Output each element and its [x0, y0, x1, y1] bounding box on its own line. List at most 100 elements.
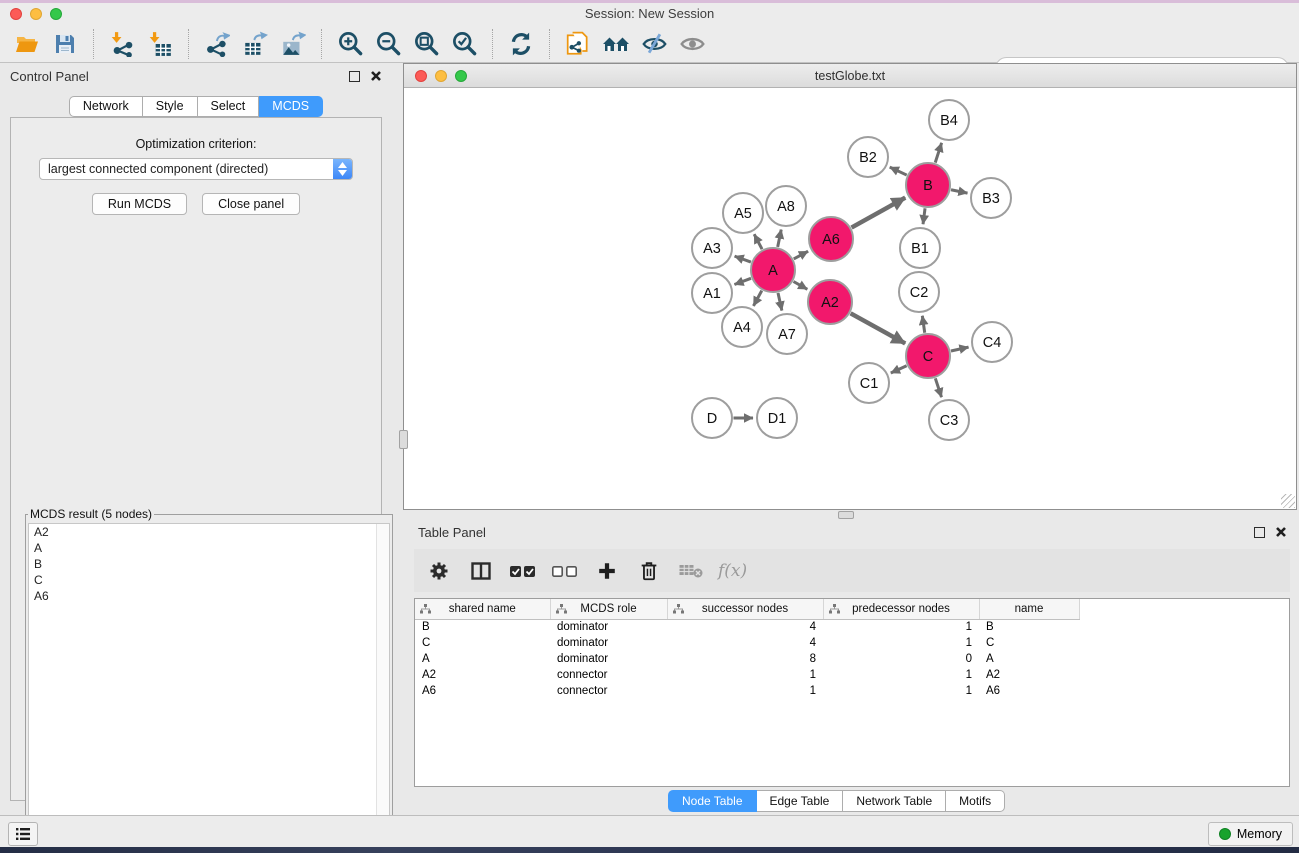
select-all-button[interactable] — [508, 556, 538, 586]
delete-table-button[interactable] — [676, 556, 706, 586]
float-panel-icon[interactable] — [1254, 527, 1265, 538]
create-column-button[interactable] — [592, 556, 622, 586]
table-cell[interactable]: C — [979, 635, 1079, 651]
deselect-all-button[interactable] — [550, 556, 580, 586]
network-close-button[interactable] — [415, 70, 427, 82]
table-cell[interactable]: A — [415, 651, 550, 667]
column-header-MCDS-role[interactable]: MCDS role — [550, 599, 667, 619]
graph-edge-C-C1[interactable] — [891, 366, 907, 373]
close-window-button[interactable] — [10, 8, 22, 20]
table-cell[interactable]: A2 — [979, 667, 1079, 683]
tab-network[interactable]: Network — [69, 96, 143, 117]
show-column-button[interactable] — [466, 556, 496, 586]
graph-edge-A-A8[interactable] — [778, 230, 782, 247]
table-cell[interactable]: 1 — [667, 667, 823, 683]
table-cell[interactable]: B — [415, 619, 550, 635]
graph-edge-B-B3[interactable] — [951, 190, 967, 193]
mcds-result-item[interactable]: C — [29, 572, 389, 588]
table-settings-button[interactable] — [424, 556, 454, 586]
close-panel-icon[interactable] — [1275, 526, 1287, 538]
table-cell[interactable]: 0 — [823, 651, 979, 667]
optimization-criterion-dropdown[interactable]: largest connected component (directed) — [39, 158, 353, 180]
table-cell[interactable]: 1 — [667, 683, 823, 699]
tab-select[interactable]: Select — [198, 96, 260, 117]
function-builder-button[interactable]: f(x) — [718, 556, 747, 586]
apply-layout-button[interactable] — [502, 28, 540, 60]
graph-edge-A-A7[interactable] — [778, 293, 782, 311]
tab-mcds[interactable]: MCDS — [259, 96, 323, 117]
table-cell[interactable]: A6 — [415, 683, 550, 699]
table-cell[interactable]: B — [979, 619, 1079, 635]
import-network-button[interactable] — [103, 28, 141, 60]
graph-edge-A-A2[interactable] — [793, 282, 807, 290]
window-bottom-grip[interactable] — [838, 511, 854, 519]
tab-motifs[interactable]: Motifs — [946, 790, 1005, 812]
table-cell[interactable]: 1 — [823, 683, 979, 699]
graph-edge-C-C4[interactable] — [951, 347, 969, 351]
table-cell[interactable]: dominator — [550, 635, 667, 651]
zoom-in-button[interactable] — [331, 28, 369, 60]
graph-edge-A-A4[interactable] — [753, 291, 761, 306]
export-table-button[interactable] — [236, 28, 274, 60]
close-panel-icon[interactable] — [370, 70, 382, 82]
table-cell[interactable]: 1 — [823, 667, 979, 683]
first-neighbors-button[interactable] — [597, 28, 635, 60]
table-cell[interactable]: dominator — [550, 619, 667, 635]
table-cell[interactable]: 1 — [823, 619, 979, 635]
graph-edge-B-B4[interactable] — [935, 143, 941, 163]
graph-edge-C-C2[interactable] — [922, 316, 924, 333]
zoom-fit-button[interactable] — [407, 28, 445, 60]
tab-node-table[interactable]: Node Table — [668, 790, 757, 812]
zoom-out-button[interactable] — [369, 28, 407, 60]
graph-edge-B-B2[interactable] — [890, 167, 907, 175]
export-network-button[interactable] — [198, 28, 236, 60]
graph-edge-A-A1[interactable] — [734, 278, 751, 284]
open-session-button[interactable] — [8, 28, 46, 60]
table-cell[interactable]: A — [979, 651, 1079, 667]
mcds-result-item[interactable]: A — [29, 540, 389, 556]
new-network-from-selection-button[interactable] — [559, 28, 597, 60]
network-zoom-button[interactable] — [455, 70, 467, 82]
zoom-selected-button[interactable] — [445, 28, 483, 60]
save-session-button[interactable] — [46, 28, 84, 60]
hide-graphics-details-button[interactable] — [635, 28, 673, 60]
graph-edge-A2-C[interactable] — [851, 313, 906, 343]
network-minimize-button[interactable] — [435, 70, 447, 82]
mcds-result-item[interactable]: A2 — [29, 524, 389, 540]
table-cell[interactable]: 1 — [823, 635, 979, 651]
network-canvas[interactable]: AA1A2A3A4A5A6A7A8BB1B2B3B4CC1C2C3C4DD1 — [404, 89, 1296, 509]
window-resize-grip[interactable] — [1281, 494, 1295, 508]
mcds-result-item[interactable]: A6 — [29, 588, 389, 604]
table-cell[interactable]: dominator — [550, 651, 667, 667]
table-cell[interactable]: A6 — [979, 683, 1079, 699]
scrollbar-track[interactable] — [376, 524, 389, 848]
table-cell[interactable]: connector — [550, 683, 667, 699]
table-cell[interactable]: 8 — [667, 651, 823, 667]
table-cell[interactable]: 4 — [667, 635, 823, 651]
import-table-button[interactable] — [141, 28, 179, 60]
graph-edge-B-B1[interactable] — [923, 208, 925, 224]
window-edge-grip[interactable] — [399, 430, 408, 449]
table-cell[interactable]: A2 — [415, 667, 550, 683]
memory-button[interactable]: Memory — [1208, 822, 1293, 846]
zoom-window-button[interactable] — [50, 8, 62, 20]
graph-edge-A-A5[interactable] — [754, 234, 762, 249]
table-cell[interactable]: 4 — [667, 619, 823, 635]
graph-edge-A-A6[interactable] — [794, 251, 808, 259]
delete-column-button[interactable] — [634, 556, 664, 586]
mcds-result-item[interactable]: B — [29, 556, 389, 572]
column-header-name[interactable]: name — [979, 599, 1079, 619]
tab-edge-table[interactable]: Edge Table — [757, 790, 844, 812]
network-window-titlebar[interactable]: testGlobe.txt — [404, 64, 1296, 88]
table-cell[interactable]: connector — [550, 667, 667, 683]
column-header-predecessor-nodes[interactable]: predecessor nodes — [823, 599, 979, 619]
run-mcds-button[interactable]: Run MCDS — [92, 193, 187, 215]
show-graphics-details-button[interactable] — [673, 28, 711, 60]
tab-style[interactable]: Style — [143, 96, 198, 117]
close-panel-button[interactable]: Close panel — [202, 193, 300, 215]
column-header-successor-nodes[interactable]: successor nodes — [667, 599, 823, 619]
export-image-button[interactable] — [274, 28, 312, 60]
column-header-shared-name[interactable]: shared name — [415, 599, 550, 619]
float-panel-icon[interactable] — [349, 71, 360, 82]
graph-edge-A-A3[interactable] — [735, 256, 751, 262]
